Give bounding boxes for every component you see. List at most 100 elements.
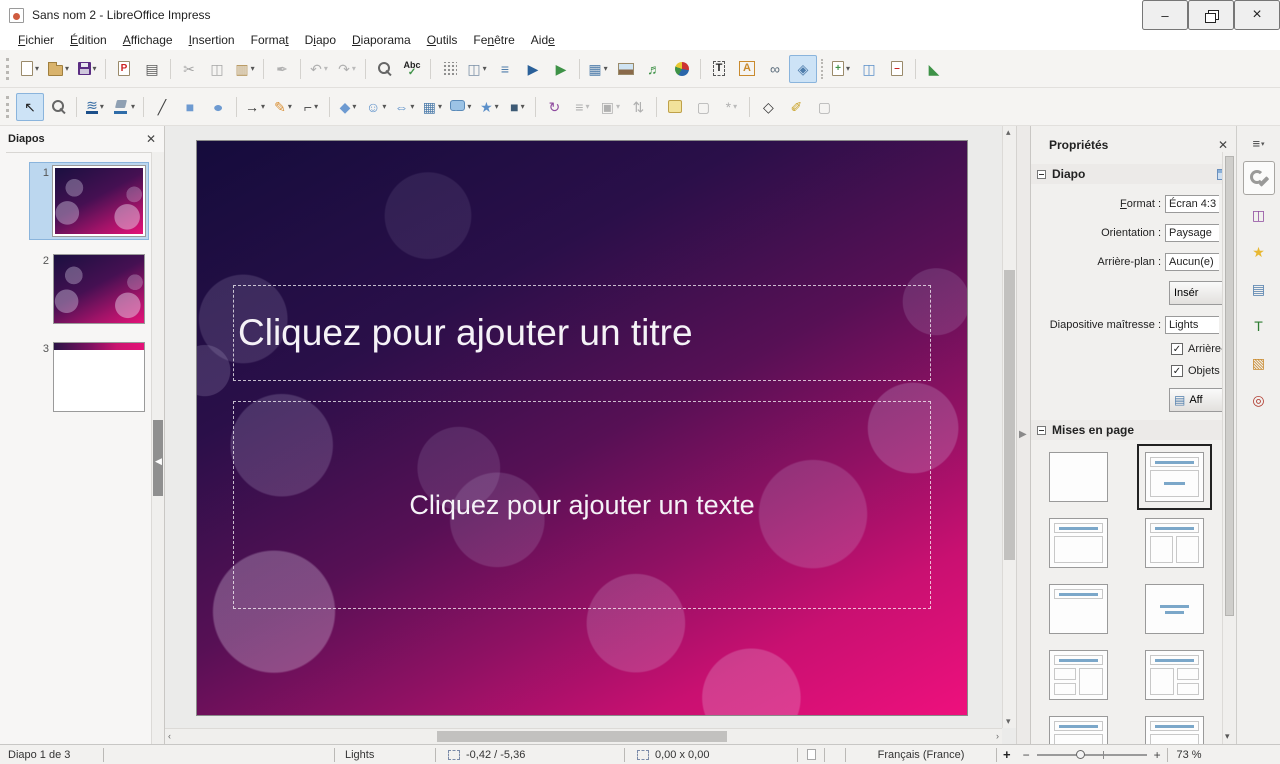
slide-thumbnail-3[interactable] <box>53 342 145 412</box>
layout-option-3[interactable] <box>1049 518 1108 568</box>
zoom-slider[interactable]: − + <box>1017 748 1167 762</box>
arrange-objects-button[interactable]: ▣▾ <box>596 93 624 121</box>
zoom-level-status[interactable]: 73 % <box>1168 745 1212 764</box>
insert-textbox-button[interactable]: T <box>705 55 733 83</box>
scroll-down-arrow-icon[interactable]: ▾ <box>1006 717 1011 726</box>
insert-chart-button[interactable] <box>668 55 696 83</box>
slide-canvas[interactable]: Cliquez pour ajouter un titre Cliquez po… <box>196 140 968 716</box>
zoom-out-button[interactable]: − <box>1021 748 1032 762</box>
scroll-left-arrow-icon[interactable]: ‹ <box>168 732 171 741</box>
insert-media-button[interactable]: ♬ <box>640 55 668 83</box>
duplicate-slide-button[interactable]: ◫ <box>855 55 883 83</box>
copy-button[interactable]: ◫ <box>203 55 231 83</box>
toolbar-handle[interactable] <box>6 58 11 80</box>
vertical-scrollbar[interactable]: ▴ ▾ <box>1002 126 1016 728</box>
select-button[interactable]: ↖ <box>16 93 44 121</box>
print-button[interactable]: ▤ <box>138 55 166 83</box>
new-document-button[interactable]: ▾ <box>16 55 44 83</box>
display-views-button[interactable]: ◫▾ <box>463 55 491 83</box>
spelling-button[interactable]: Abc <box>398 55 426 83</box>
slide-item-1[interactable]: 1 <box>30 163 148 239</box>
title-placeholder[interactable]: Cliquez pour ajouter un titre <box>233 285 931 381</box>
line-style-button[interactable]: ≋▾ <box>81 93 109 121</box>
paste-button[interactable]: ▥▾ <box>231 55 259 83</box>
tab-animation[interactable]: ★ <box>1243 235 1275 269</box>
undo-button[interactable]: ↶▾ <box>305 55 333 83</box>
display-master-button[interactable]: ▤ Aff <box>1169 388 1223 412</box>
layout-option-4[interactable] <box>1145 518 1204 568</box>
slides-panel-scrollbar[interactable]: ◀ <box>151 152 164 744</box>
close-button[interactable]: × <box>1234 0 1280 30</box>
glue-points-button[interactable]: ✐ <box>782 93 810 121</box>
start-first-slide-button[interactable]: ▶ <box>519 55 547 83</box>
slide-thumbnail-1[interactable] <box>53 166 145 236</box>
open-button[interactable]: ▾ <box>44 55 73 83</box>
background-select[interactable]: Aucun(e) <box>1165 253 1219 271</box>
master-slide-select[interactable]: Lights <box>1165 316 1219 334</box>
insert-line-button[interactable]: ╱ <box>148 93 176 121</box>
save-button[interactable]: ▾ <box>73 55 101 83</box>
flowchart-shapes-button[interactable]: ▦▾ <box>418 93 446 121</box>
rotate-button[interactable]: ↻ <box>540 93 568 121</box>
menu-outils[interactable]: Outils <box>419 31 466 49</box>
layouts-section-header[interactable]: Mises en page <box>1031 420 1236 440</box>
zoom-slider-thumb[interactable] <box>1076 750 1085 759</box>
fit-slide-icon[interactable]: + <box>997 747 1017 762</box>
text-box-frame-button[interactable] <box>661 93 689 121</box>
slides-panel-scrollbar-thumb[interactable]: ◀ <box>153 420 163 496</box>
scroll-up-arrow-icon[interactable]: ▴ <box>1006 128 1011 137</box>
align-objects-button[interactable]: ≡▾ <box>568 93 596 121</box>
insert-hyperlink-button[interactable]: ∞ <box>761 55 789 83</box>
menu-affichage[interactable]: Affichage <box>115 31 181 49</box>
redo-button[interactable]: ↷▾ <box>333 55 361 83</box>
master-slide-status[interactable]: Lights <box>335 745 435 764</box>
tab-slide-transition[interactable]: ◫ <box>1243 198 1275 232</box>
tab-navigator[interactable]: ◎ <box>1243 383 1275 417</box>
edit-points-button[interactable]: ◇ <box>754 93 782 121</box>
extrusion-toggle-button[interactable]: ▢ <box>810 93 838 121</box>
layout-option-5[interactable] <box>1049 584 1108 634</box>
properties-scrollbar[interactable]: ▾ <box>1222 152 1236 744</box>
insert-image-button[interactable]: Insér <box>1169 281 1223 305</box>
menu-edition[interactable]: Édition <box>62 31 115 49</box>
display-grid-button[interactable] <box>435 55 463 83</box>
zoom-slider-track[interactable] <box>1037 754 1147 756</box>
text-placeholder[interactable]: Cliquez pour ajouter un texte <box>233 401 931 609</box>
slide-item-2[interactable]: 2 <box>30 251 148 327</box>
vertical-scrollbar-thumb[interactable] <box>1004 270 1015 560</box>
sidebar-splitter-arrow-icon[interactable]: ▶ <box>1019 429 1027 440</box>
collapse-icon[interactable] <box>1037 426 1046 435</box>
layout-option-7[interactable] <box>1049 650 1108 700</box>
minimize-button[interactable]: – <box>1142 0 1188 30</box>
format-select[interactable]: Écran 4:3 <box>1165 195 1219 213</box>
tab-properties[interactable] <box>1243 161 1275 195</box>
properties-close-button[interactable]: ✕ <box>1218 138 1228 152</box>
collapse-icon[interactable] <box>1037 170 1046 179</box>
layout-option-8[interactable] <box>1145 650 1204 700</box>
curve-polygon-button[interactable]: ✎▾ <box>269 93 297 121</box>
crop-image-button[interactable]: ▢ <box>689 93 717 121</box>
fill-color-button[interactable]: ▾ <box>109 93 139 121</box>
sidebar-settings-button[interactable]: ≡▾ <box>1252 136 1264 151</box>
toolbar-handle[interactable] <box>6 96 11 118</box>
insert-image-button[interactable] <box>612 55 640 83</box>
connectors-button[interactable]: ⌐▾ <box>297 93 325 121</box>
tab-styles[interactable]: T <box>1243 309 1275 343</box>
menu-diaporama[interactable]: Diaporama <box>344 31 419 49</box>
basic-shapes-button[interactable]: ◆▾ <box>334 93 362 121</box>
symbol-shapes-button[interactable]: ☺▾ <box>362 93 390 121</box>
star-shapes-button[interactable]: ★▾ <box>475 93 503 121</box>
start-current-slide-button[interactable]: ▶ <box>547 55 575 83</box>
distribute-selection-button[interactable]: ⇅ <box>624 93 652 121</box>
horizontal-scrollbar-thumb[interactable] <box>437 731 727 742</box>
menu-diapo[interactable]: Diapo <box>297 31 344 49</box>
zoom-pan-button[interactable] <box>44 93 72 121</box>
layout-option-6[interactable] <box>1145 584 1204 634</box>
lines-arrows-button[interactable]: →▾ <box>241 93 269 121</box>
slides-panel-collapse-arrow-icon[interactable]: ◀ <box>155 456 162 467</box>
restore-button[interactable] <box>1188 0 1234 30</box>
properties-scrollbar-thumb[interactable] <box>1225 156 1234 616</box>
slides-panel-close-button[interactable]: ✕ <box>146 132 156 146</box>
show-draw-functions-button[interactable]: ◈ <box>789 55 817 83</box>
export-pdf-button[interactable]: P <box>110 55 138 83</box>
